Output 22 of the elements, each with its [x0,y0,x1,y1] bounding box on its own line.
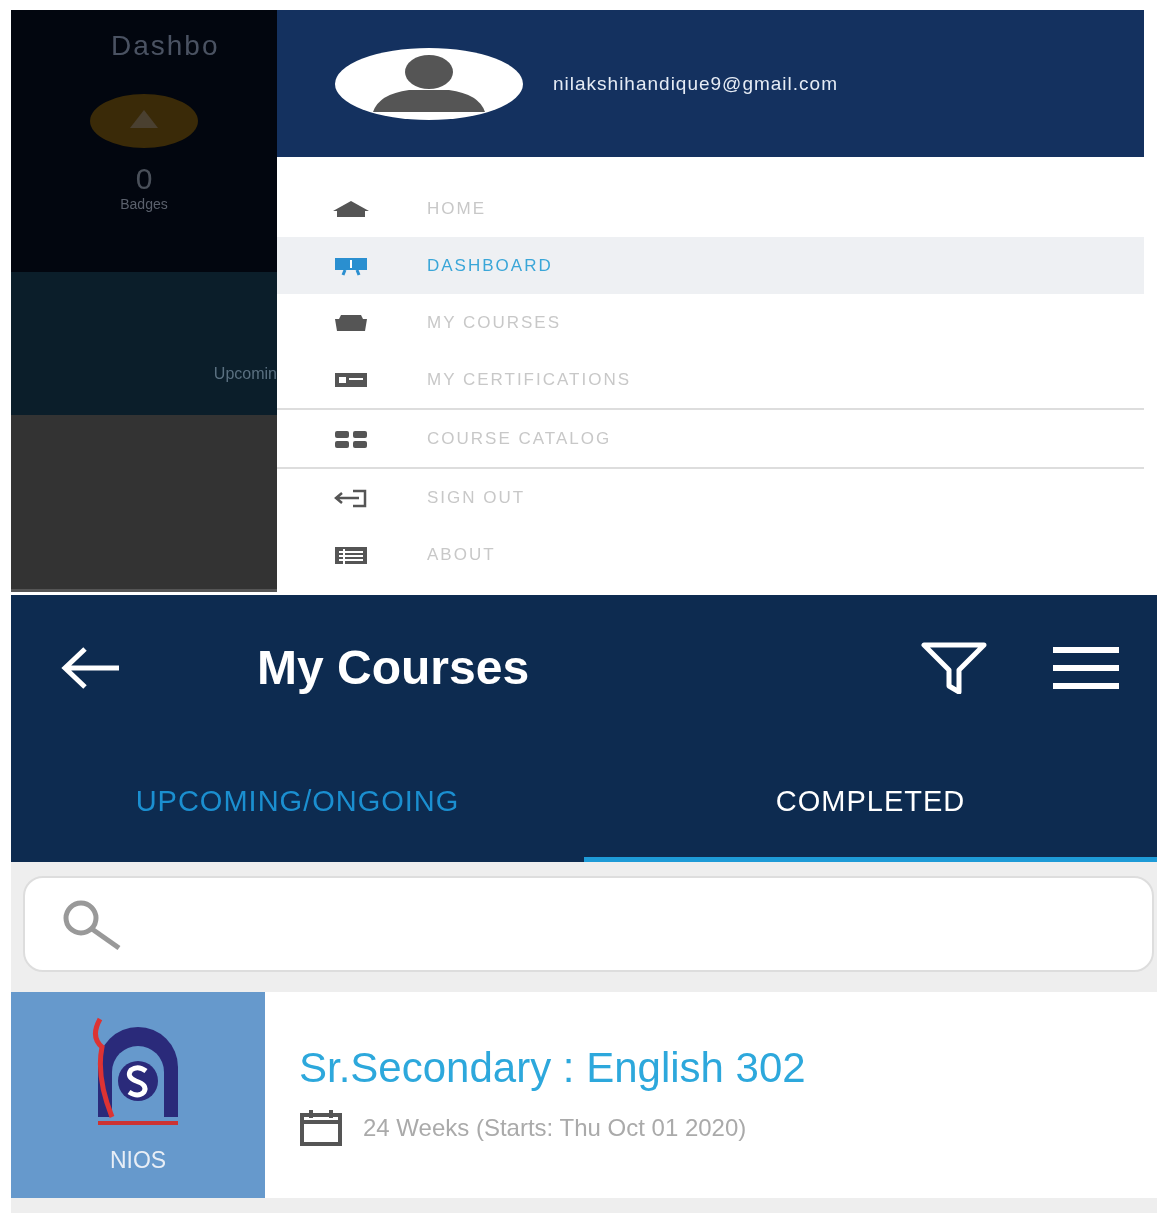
back-arrow-icon [61,645,121,690]
course-title: Sr.Secondary : English 302 [299,1044,806,1092]
user-email: nilakshihandique9@gmail.com [553,72,838,95]
home-icon [331,198,371,219]
calendar-icon [299,1110,343,1146]
tab[interactable]: UPCOMING/ONGOING [11,740,584,862]
page-title: My Courses [257,640,531,695]
filter-button[interactable] [921,641,987,694]
screen-title: Dashbo [111,30,220,62]
filter-icon [921,641,987,694]
badge-icon [90,94,198,148]
badge-label: Badges [120,196,168,212]
section-label: Upcomin [213,364,277,383]
course-card[interactable]: NIOS Sr.Secondary : English 302 24 Weeks (Starts: Thu Oct 01 2020) [11,992,1157,1198]
menu-button[interactable] [1053,645,1119,690]
menu-item[interactable]: DASHBOARD [277,237,1144,294]
menu-icon [1053,645,1119,690]
back-button[interactable] [61,645,121,690]
course-duration: 24 Weeks (Starts: Thu Oct 01 2020) [363,1114,747,1142]
logo-label: NIOS [109,1146,167,1174]
badge-count: 0 [135,162,153,196]
search-field[interactable] [23,876,1154,972]
